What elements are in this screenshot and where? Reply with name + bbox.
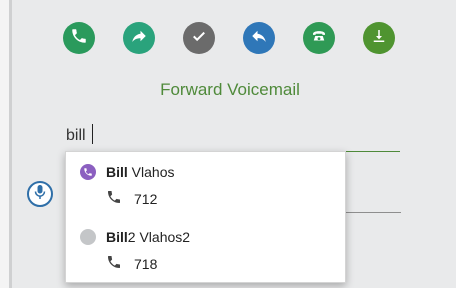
contact-extension: 712 <box>106 189 157 208</box>
checkmark-icon <box>190 27 208 50</box>
phone-icon <box>70 27 88 50</box>
status-dot-icon <box>80 229 96 245</box>
recipient-search-input[interactable] <box>66 121 400 152</box>
microphone-icon <box>33 184 47 205</box>
text-cursor <box>92 124 93 144</box>
suggestion-item[interactable]: Bill Vlahos 712 <box>66 152 345 217</box>
viber-phone-icon <box>80 164 96 180</box>
download-icon <box>370 27 388 50</box>
left-panel-edge <box>0 0 9 288</box>
contact-extension: 718 <box>106 254 157 273</box>
suggestion-item[interactable]: Bill2 Vlahos2 718 <box>66 217 345 282</box>
call-button[interactable] <box>63 22 95 54</box>
contact-name: Bill Vlahos <box>106 164 175 180</box>
forward-button[interactable] <box>123 22 155 54</box>
panel-divider <box>9 0 12 288</box>
voicemail-action-bar <box>63 22 403 54</box>
contact-suggestions-dropdown: Bill Vlahos 712 Bill2 Vlahos2 718 <box>65 151 346 283</box>
telephone-handset-icon <box>310 27 328 50</box>
mark-read-button[interactable] <box>183 22 215 54</box>
reply-button[interactable] <box>243 22 275 54</box>
reply-arrow-icon <box>250 27 268 50</box>
voice-input-button[interactable] <box>27 181 53 207</box>
download-button[interactable] <box>363 22 395 54</box>
page-title: Forward Voicemail <box>160 80 300 99</box>
forward-arrow-icon <box>130 27 148 50</box>
phone-icon <box>106 254 134 273</box>
call-back-button[interactable] <box>303 22 335 54</box>
contact-name: Bill2 Vlahos2 <box>106 229 191 245</box>
field-underline <box>345 212 401 213</box>
phone-icon <box>106 189 134 208</box>
